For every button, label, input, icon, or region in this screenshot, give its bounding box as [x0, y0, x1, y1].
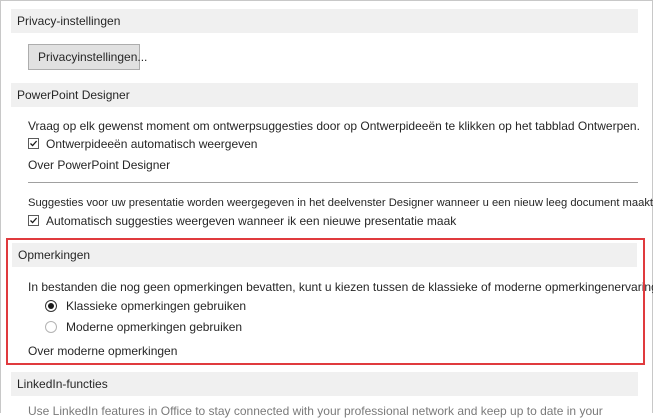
- about-designer-link[interactable]: Over PowerPoint Designer: [28, 158, 170, 172]
- designer-divider: [28, 182, 638, 183]
- designer-description: Vraag op elk gewenst moment om ontwerpsu…: [28, 119, 640, 133]
- auto-show-designs-checkbox[interactable]: [28, 138, 39, 149]
- checkmark-icon: [30, 140, 38, 147]
- new-doc-description: Suggesties voor uw presentatie worden we…: [28, 197, 653, 209]
- linkedin-description: Use LinkedIn features in Office to stay …: [28, 404, 603, 418]
- auto-suggest-checkbox[interactable]: [28, 215, 39, 226]
- auto-suggest-label[interactable]: Automatisch suggesties weergeven wanneer…: [46, 214, 456, 228]
- auto-show-designs-label[interactable]: Ontwerpideeën automatisch weergeven: [46, 137, 257, 151]
- comments-highlight-box: [6, 238, 645, 365]
- designer-section-header: PowerPoint Designer: [11, 83, 638, 107]
- privacy-section-header: Privacy-instellingen: [11, 9, 638, 33]
- checkmark-icon: [30, 217, 38, 224]
- privacy-settings-button[interactable]: Privacyinstellingen...: [28, 44, 147, 70]
- linkedin-section-header: LinkedIn-functies: [11, 372, 638, 396]
